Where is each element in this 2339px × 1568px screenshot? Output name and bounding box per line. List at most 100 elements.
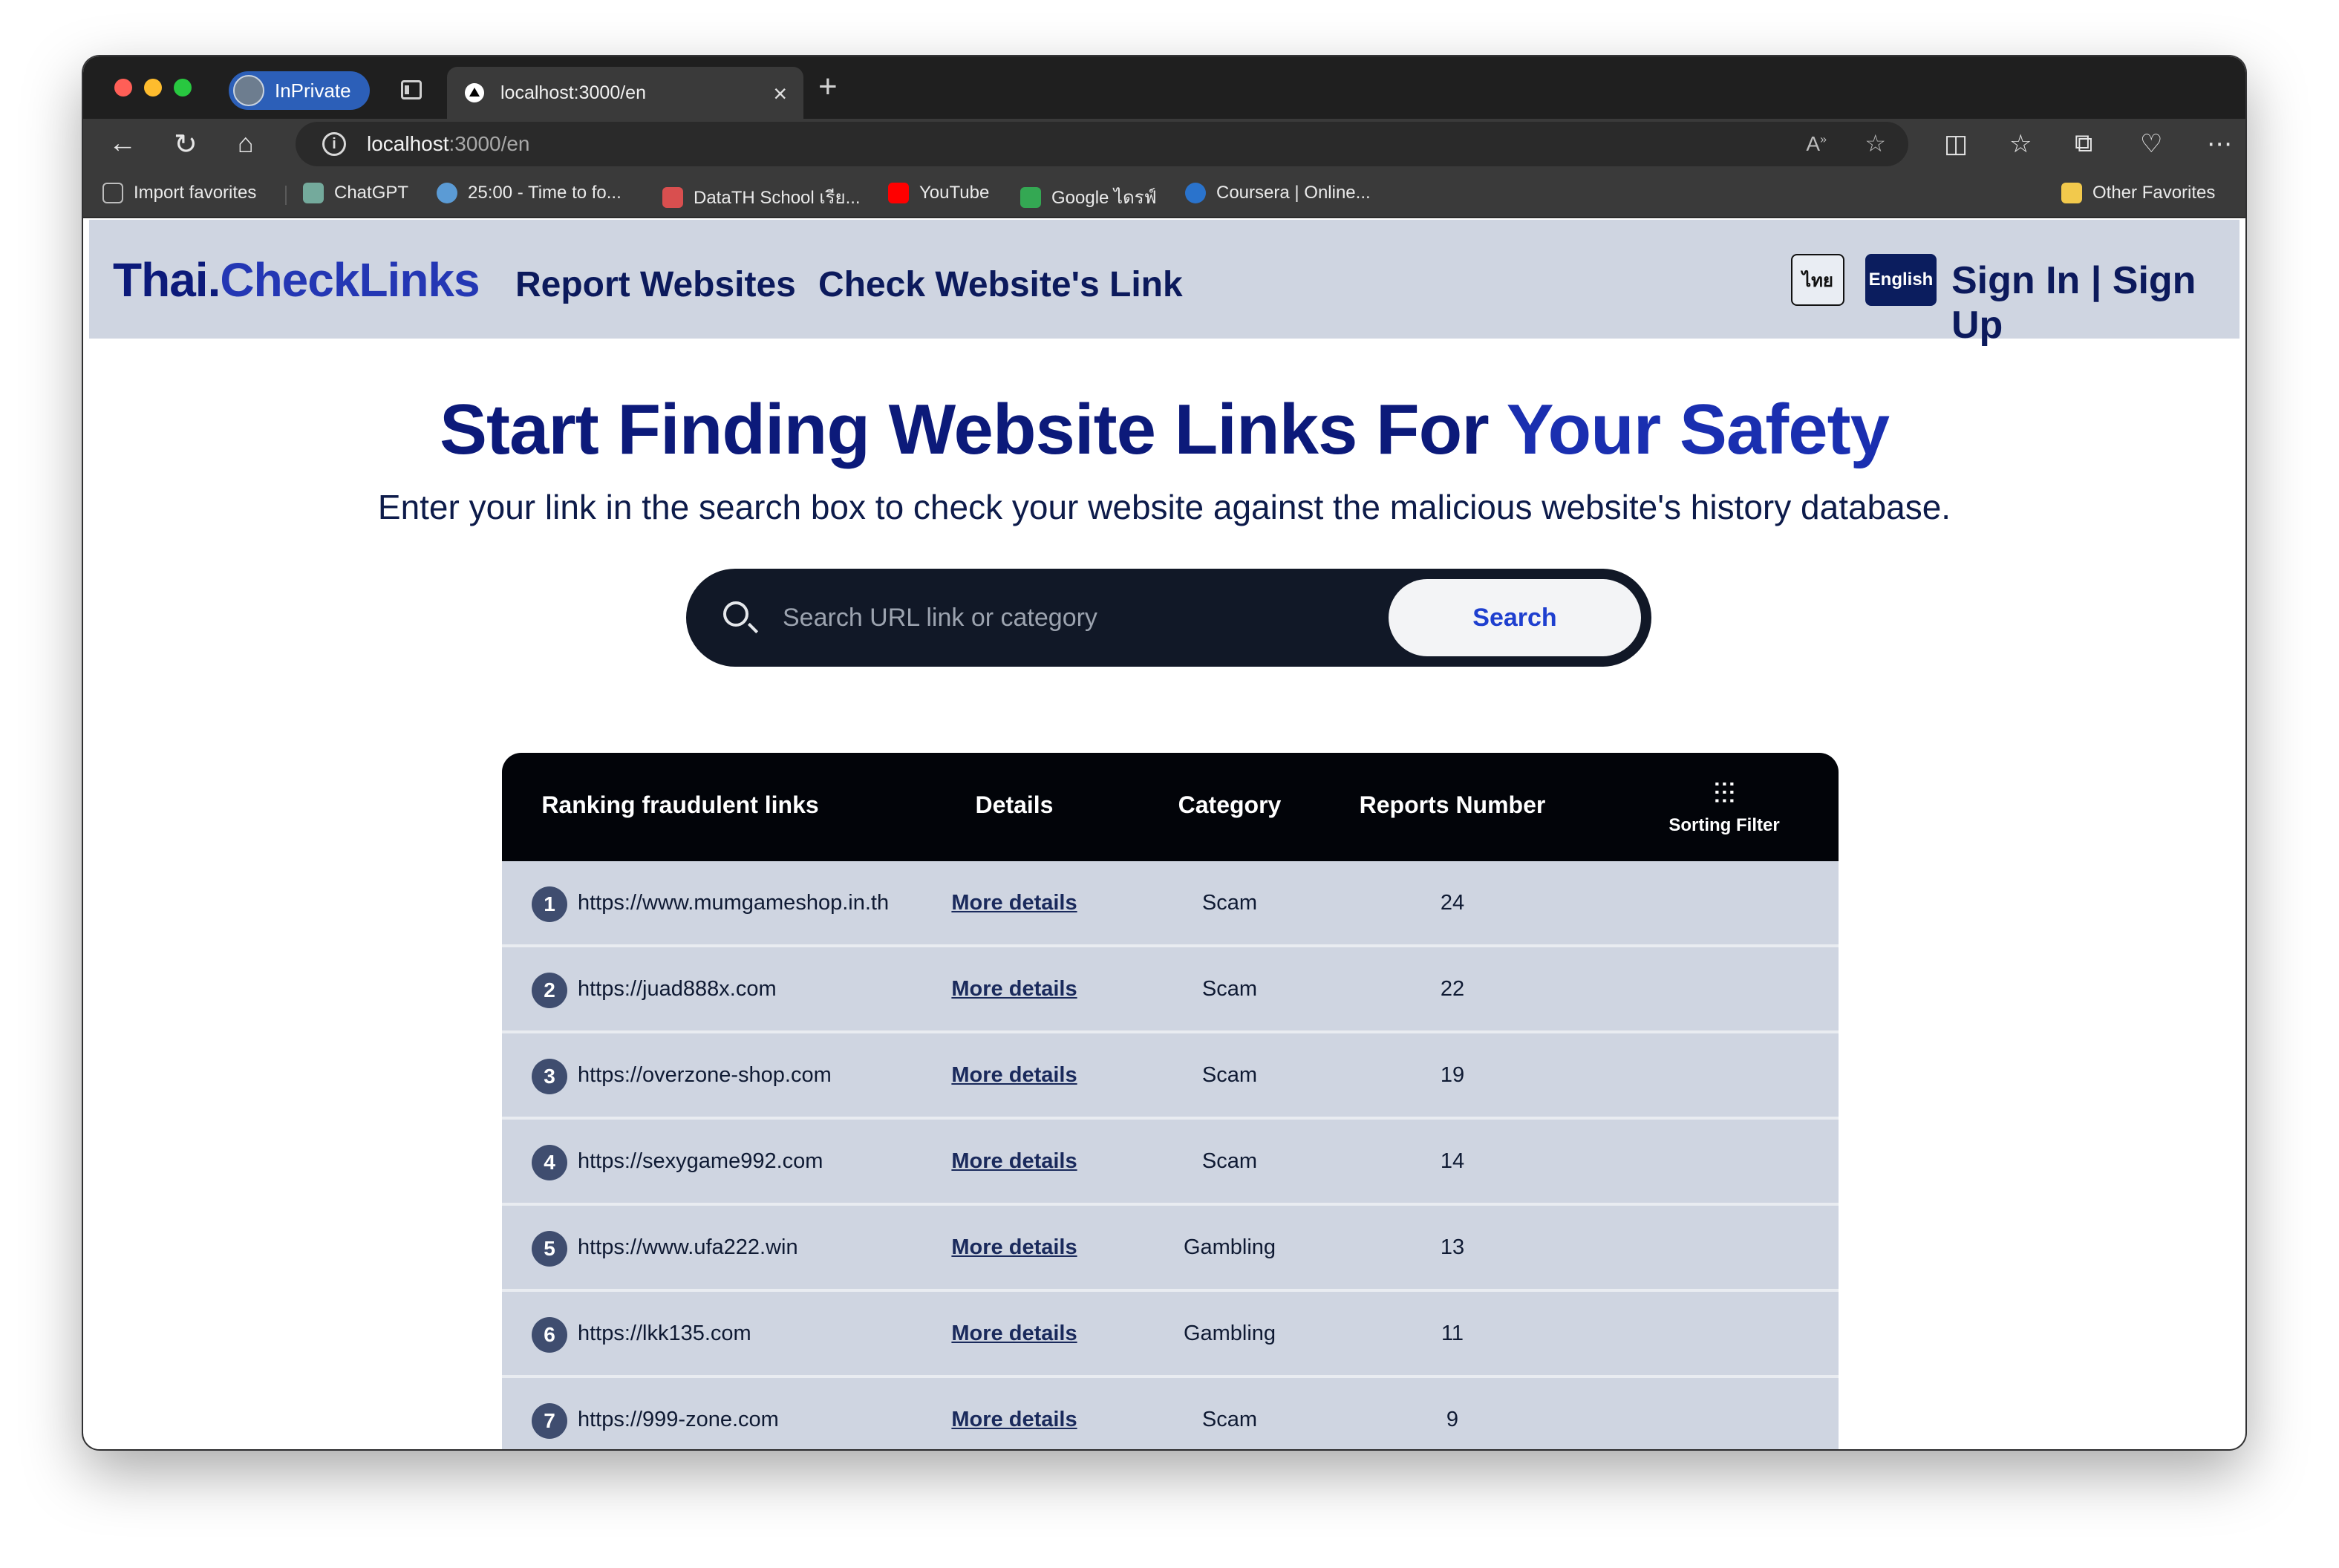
bookmark-label: Coursera | Online... xyxy=(1216,183,1371,203)
hero-title-part: Start Finding xyxy=(440,390,889,469)
bookmark-label: DataTH School เรีย... xyxy=(694,188,861,208)
nav-report-websites[interactable]: Report Websites xyxy=(515,264,796,305)
new-tab-icon[interactable]: + xyxy=(818,68,838,105)
row-category: Gambling xyxy=(1183,1322,1276,1345)
other-favorites[interactable]: Other Favorites xyxy=(2061,183,2215,203)
active-tab[interactable]: localhost:3000/en × xyxy=(447,67,803,119)
tab-strip: InPrivate localhost:3000/en × + xyxy=(83,56,2245,119)
tab-actions-icon[interactable] xyxy=(401,80,422,99)
bookmark-import-favorites[interactable]: Import favorites xyxy=(102,183,256,203)
table-row: 6 https://lkk135.com More details Gambli… xyxy=(502,1292,1839,1378)
google-drive-icon xyxy=(1020,186,1041,208)
more-details-link[interactable]: More details xyxy=(925,1408,1103,1432)
more-menu-icon[interactable]: ⋯ xyxy=(2207,129,2232,159)
row-reports: 14 xyxy=(1440,1149,1465,1173)
import-icon xyxy=(102,183,123,203)
inprivate-label: InPrivate xyxy=(275,79,351,102)
maximize-window-button[interactable] xyxy=(174,79,192,97)
logo-part-1: Thai. xyxy=(113,253,221,307)
back-icon[interactable]: ← xyxy=(108,128,137,160)
bookmark-label: Google ไดรฟ์ xyxy=(1051,188,1157,208)
lang-thai-button[interactable]: ไทย xyxy=(1791,254,1844,306)
coursera-icon xyxy=(1185,183,1206,203)
bookmark-pomodoro[interactable]: 25:00 - Time to fo... xyxy=(437,183,622,203)
row-url: https://lkk135.com xyxy=(578,1322,751,1345)
bookmark-coursera[interactable]: Coursera | Online... xyxy=(1185,183,1371,203)
youtube-icon xyxy=(888,183,909,203)
row-category: Scam xyxy=(1201,1408,1258,1431)
other-favorites-label: Other Favorites xyxy=(2092,183,2216,203)
bookmark-chatgpt[interactable]: ChatGPT xyxy=(303,183,408,203)
collections-icon[interactable]: ⧉ xyxy=(2075,129,2092,158)
row-url: https://www.mumgameshop.in.th xyxy=(578,891,890,915)
address-url[interactable]: localhost:3000/en xyxy=(367,132,530,156)
more-details-link[interactable]: More details xyxy=(925,977,1103,1002)
row-reports: 11 xyxy=(1441,1322,1464,1345)
row-reports: 13 xyxy=(1440,1235,1465,1259)
auth-links[interactable]: Sign In | Sign Up xyxy=(1951,258,2239,347)
lang-english-button[interactable]: English xyxy=(1865,254,1937,306)
read-aloud-icon[interactable]: A» xyxy=(1806,132,1827,156)
logo-part-2: CheckLinks xyxy=(220,253,480,307)
sorting-filter-button[interactable]: ⫶⫶⫶ Sorting Filter xyxy=(1665,778,1784,836)
row-reports: 24 xyxy=(1440,891,1465,915)
nav-check-link[interactable]: Check Website's Link xyxy=(818,264,1183,305)
table-row: 5 https://www.ufa222.win More details Ga… xyxy=(502,1206,1839,1292)
table-row: 2 https://juad888x.com More details Scam… xyxy=(502,947,1839,1033)
url-host: localhost xyxy=(367,132,449,155)
more-details-link[interactable]: More details xyxy=(925,891,1103,915)
bookmark-datath[interactable]: DataTH School เรีย... xyxy=(662,183,861,212)
url-path: :3000/en xyxy=(448,132,530,155)
favorites-bar: Import favorites ChatGPT 25:00 - Time to… xyxy=(83,171,2245,218)
close-window-button[interactable] xyxy=(114,79,132,97)
bookmark-youtube[interactable]: YouTube xyxy=(888,183,989,203)
bookmark-google-drive[interactable]: Google ไดรฟ์ xyxy=(1020,183,1157,212)
inprivate-badge[interactable]: InPrivate xyxy=(229,71,370,110)
close-tab-icon[interactable]: × xyxy=(773,80,787,108)
rank-badge: 2 xyxy=(532,973,567,1008)
more-details-link[interactable]: More details xyxy=(925,1322,1103,1346)
row-url: https://999-zone.com xyxy=(578,1408,779,1431)
site-logo[interactable]: Thai.CheckLinks xyxy=(113,252,480,307)
more-details-link[interactable]: More details xyxy=(925,1063,1103,1088)
search-input[interactable] xyxy=(783,595,1347,640)
more-details-link[interactable]: More details xyxy=(925,1149,1103,1174)
rank-badge: 5 xyxy=(532,1231,567,1267)
header-reports: Reports Number xyxy=(1359,791,1546,818)
home-icon[interactable]: ⌂ xyxy=(238,128,254,159)
table-row: 7 https://999-zone.com More details Scam… xyxy=(502,1378,1839,1449)
minimize-window-button[interactable] xyxy=(144,79,162,97)
header-details: Details xyxy=(975,791,1054,818)
folder-icon xyxy=(2061,183,2082,203)
more-details-link[interactable]: More details xyxy=(925,1235,1103,1260)
header-category: Category xyxy=(1178,791,1282,818)
row-reports: 22 xyxy=(1440,977,1465,1001)
row-category: Gambling xyxy=(1183,1235,1276,1259)
favorite-star-icon[interactable]: ☆ xyxy=(1865,129,1886,157)
site-info-icon[interactable]: i xyxy=(322,132,346,156)
table-row: 3 https://overzone-shop.com More details… xyxy=(502,1033,1839,1120)
rank-badge: 1 xyxy=(532,886,567,922)
refresh-icon[interactable]: ↻ xyxy=(174,128,198,161)
chatgpt-icon xyxy=(303,183,324,203)
site-favicon-icon xyxy=(465,83,484,102)
hero-title-part: For xyxy=(1357,390,1507,469)
browser-essentials-icon[interactable]: ♡ xyxy=(2140,129,2162,159)
profile-avatar xyxy=(233,75,264,106)
ranking-table: Ranking fraudulent links Details Categor… xyxy=(502,753,1839,1449)
search-bar: Search xyxy=(686,569,1651,667)
favorites-icon[interactable]: ☆ xyxy=(2009,129,2032,159)
hero-title: Start Finding Website Links For Your Saf… xyxy=(89,389,2239,471)
row-reports: 19 xyxy=(1440,1063,1465,1087)
split-screen-icon[interactable]: ◫ xyxy=(1944,129,1968,159)
address-bar[interactable]: i localhost:3000/en A» ☆ xyxy=(296,122,1908,166)
row-category: Scam xyxy=(1201,1063,1258,1087)
row-category: Scam xyxy=(1201,977,1258,1001)
row-reports: 9 xyxy=(1446,1408,1459,1431)
rank-badge: 7 xyxy=(532,1403,567,1439)
check-circle-icon xyxy=(437,183,457,203)
browser-toolbar: ← ↻ ⌂ i localhost:3000/en A» ☆ ◫ ☆ ⧉ ♡ ⋯ xyxy=(83,119,2245,171)
search-button[interactable]: Search xyxy=(1389,579,1641,656)
bookmark-separator xyxy=(285,186,287,205)
rank-badge: 3 xyxy=(532,1059,567,1094)
